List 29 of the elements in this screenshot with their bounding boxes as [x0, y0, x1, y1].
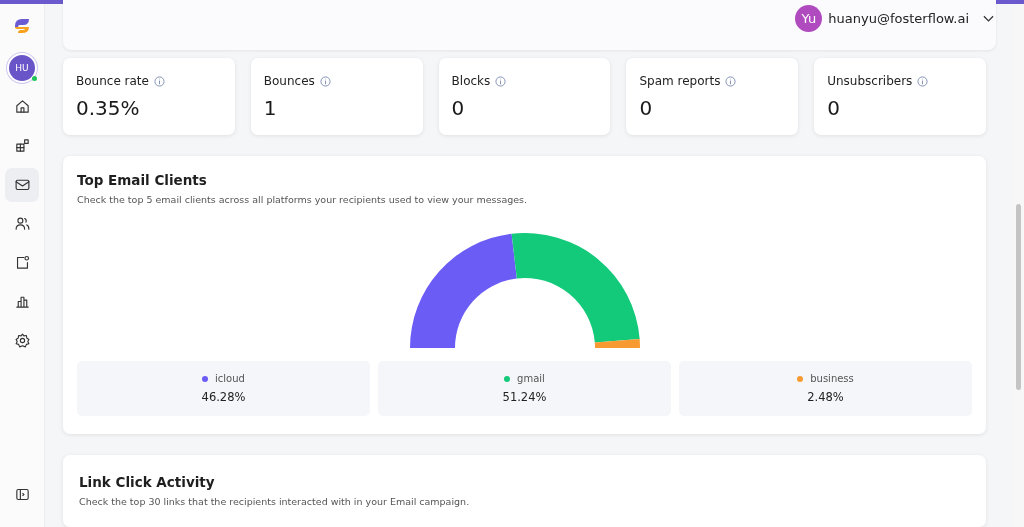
legend-value: 2.48%	[807, 390, 844, 404]
apps-icon	[13, 137, 31, 154]
user-avatar[interactable]: HU	[9, 55, 35, 81]
metric-label: Bounce rate	[76, 74, 149, 88]
user-menu[interactable]: Yu huanyu@fosterflow.ai	[795, 5, 994, 32]
metric-label: Spam reports	[639, 74, 721, 88]
legend-label: icloud	[215, 373, 245, 384]
section-subtitle: Check the top 5 email clients across all platforms your recipients used to view your messages.	[77, 194, 529, 205]
section-title: Top Email Clients	[77, 172, 208, 188]
metric-value: 0.35%	[76, 96, 141, 120]
legend-label: gmail	[517, 373, 545, 384]
metric-value: 0	[451, 96, 466, 120]
mail-nav-item[interactable]	[5, 167, 39, 202]
legend-value: 51.24%	[502, 390, 547, 404]
metric-value: 0	[639, 96, 654, 120]
metric-label: Bounces	[263, 74, 315, 88]
section-subtitle: Check the top 30 links that the recipients interacted with in your Email campaign.	[79, 496, 471, 507]
chevron-down-icon	[983, 14, 994, 23]
metric-value: 1	[263, 96, 278, 120]
metric-label: Blocks	[451, 74, 491, 88]
metric-label: Unsubscribers	[827, 74, 913, 88]
section-title: Link Click Activity	[79, 474, 216, 490]
home-icon	[13, 98, 31, 115]
settings-icon	[13, 332, 31, 349]
legend-label: business	[810, 373, 854, 384]
legend-value: 46.28%	[201, 390, 246, 404]
logo-icon	[12, 16, 32, 36]
metric-value: 0	[827, 96, 841, 120]
users-icon	[13, 215, 31, 232]
